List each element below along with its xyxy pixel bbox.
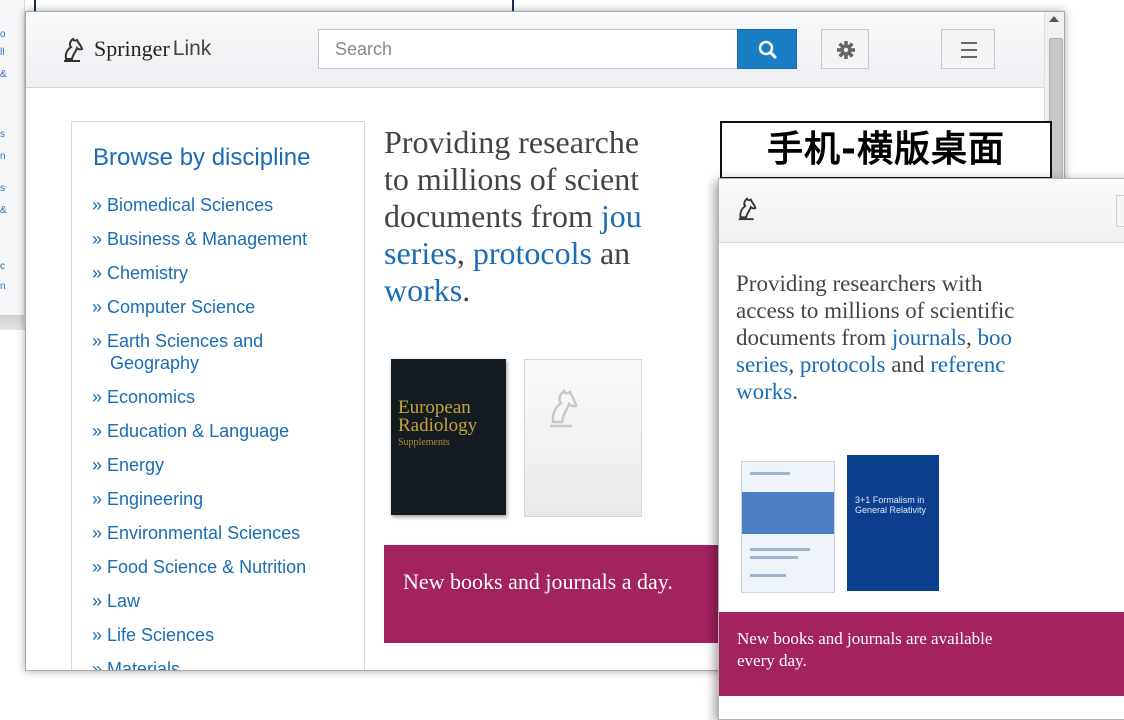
hero-text-part: an <box>591 235 631 271</box>
new-books-banner-landscape[interactable]: New books and journals are available eve… <box>719 612 1124 696</box>
discipline-link[interactable]: » Materials <box>92 658 357 670</box>
discipline-link[interactable]: » Earth Sciences and Geography <box>92 330 357 374</box>
browser-window-landscape: Providing researchers with access to mil… <box>718 178 1124 720</box>
works-link[interactable]: works <box>736 379 792 404</box>
protocols-link[interactable]: protocols <box>473 235 592 271</box>
hero-line: series, protocols an <box>384 235 754 272</box>
banner-line: every day. <box>737 651 807 670</box>
site-header-landscape <box>719 179 1124 243</box>
hero-text-part: . <box>792 379 798 404</box>
hero-text-landscape: Providing researchers with access to mil… <box>736 270 1124 405</box>
discipline-link[interactable]: » Life Sciences <box>92 624 357 646</box>
hero-text-part: , <box>788 352 800 377</box>
banner-line: New books and journals are available <box>737 629 993 648</box>
journals-link[interactable]: journals <box>892 325 966 350</box>
hero-line: works. <box>736 378 1124 405</box>
discipline-link[interactable]: » Economics <box>92 386 357 408</box>
site-header: Springer Link Search <box>26 12 1044 88</box>
discipline-link[interactable]: » Biomedical Sciences <box>92 194 357 216</box>
brand-name-springer: Springer <box>94 36 170 61</box>
book-cover-formalism[interactable]: 3+1 Formalism in General Relativity <box>847 455 939 591</box>
series-link[interactable]: series <box>736 352 788 377</box>
hero-text-part: and <box>885 352 931 377</box>
hero-line: works. <box>384 272 754 309</box>
discipline-link[interactable]: » Law <box>92 590 357 612</box>
hero-line: series, protocols and referenc <box>736 351 1124 378</box>
search-button[interactable] <box>737 29 797 69</box>
series-link[interactable]: series <box>384 235 457 271</box>
scroll-up-arrow-icon[interactable] <box>1049 16 1059 22</box>
hero-line: documents from jou <box>384 198 754 235</box>
books-link[interactable]: boo <box>977 325 1012 350</box>
discipline-link[interactable]: » Chemistry <box>92 262 357 284</box>
menu-button[interactable] <box>941 29 995 69</box>
search-input[interactable]: Search <box>318 29 737 69</box>
new-books-banner[interactable]: New books and journals a day. <box>384 545 754 643</box>
hero-line: to millions of scient <box>384 161 640 197</box>
discipline-link[interactable]: » Food Science & Nutrition <box>92 556 357 578</box>
hero-text: Providing researche to millions of scien… <box>384 124 754 309</box>
settings-button[interactable] <box>821 29 869 69</box>
hero-text-part: , <box>965 325 978 350</box>
journals-link[interactable]: jou <box>601 198 642 234</box>
hero-line: access to millions of scientific <box>736 298 1015 323</box>
hamburger-menu-icon <box>961 42 977 58</box>
hero-line: Providing researche <box>384 124 640 160</box>
discipline-link[interactable]: » Engineering <box>92 488 357 510</box>
discipline-heading: Browse by discipline <box>93 144 311 171</box>
protocols-link[interactable]: protocols <box>800 352 886 377</box>
springer-horse-icon <box>64 37 84 62</box>
discipline-list: » Biomedical Sciences » Business & Manag… <box>92 194 357 670</box>
works-link[interactable]: works <box>384 272 462 308</box>
book-cover-european-radiology[interactable]: European Radiology Supplements <box>391 359 506 515</box>
discipline-link[interactable]: » Business & Management <box>92 228 357 250</box>
background-slide-left: o ll & s n s & c n <box>0 0 25 330</box>
book-cover-placeholder[interactable] <box>524 359 642 517</box>
brand-name-link: Link <box>172 37 212 60</box>
reference-link[interactable]: referenc <box>930 352 1005 377</box>
search-icon <box>758 40 777 59</box>
hero-text-part: . <box>462 272 471 308</box>
hero-text-part: documents from <box>384 198 601 234</box>
discipline-link[interactable]: » Energy <box>92 454 357 476</box>
hero-line: documents from journals, boo <box>736 324 1124 351</box>
gear-icon <box>837 41 855 59</box>
springer-link-logo[interactable]: Springer Link <box>60 34 211 64</box>
discipline-link[interactable]: » Education & Language <box>92 420 357 442</box>
header-button[interactable] <box>1116 195 1124 227</box>
springer-horse-icon <box>550 388 578 428</box>
hero-line: Providing researchers with <box>736 271 983 296</box>
discipline-link[interactable]: » Computer Science <box>92 296 357 318</box>
springer-horse-icon[interactable] <box>735 195 761 221</box>
book-cover-bulletin[interactable] <box>741 461 835 593</box>
cover-title: 3+1 Formalism in General Relativity <box>855 495 927 515</box>
hero-text-part: , <box>456 235 473 271</box>
discipline-link[interactable]: » Environmental Sciences <box>92 522 357 544</box>
caption-label: 手机-横版桌面 <box>720 121 1052 179</box>
cover-subtitle: Supplements <box>398 437 450 448</box>
browse-by-discipline-panel: Browse by discipline » Biomedical Scienc… <box>71 121 365 670</box>
cover-title: European Radiology <box>398 397 478 436</box>
hero-text-part: documents from <box>736 325 892 350</box>
